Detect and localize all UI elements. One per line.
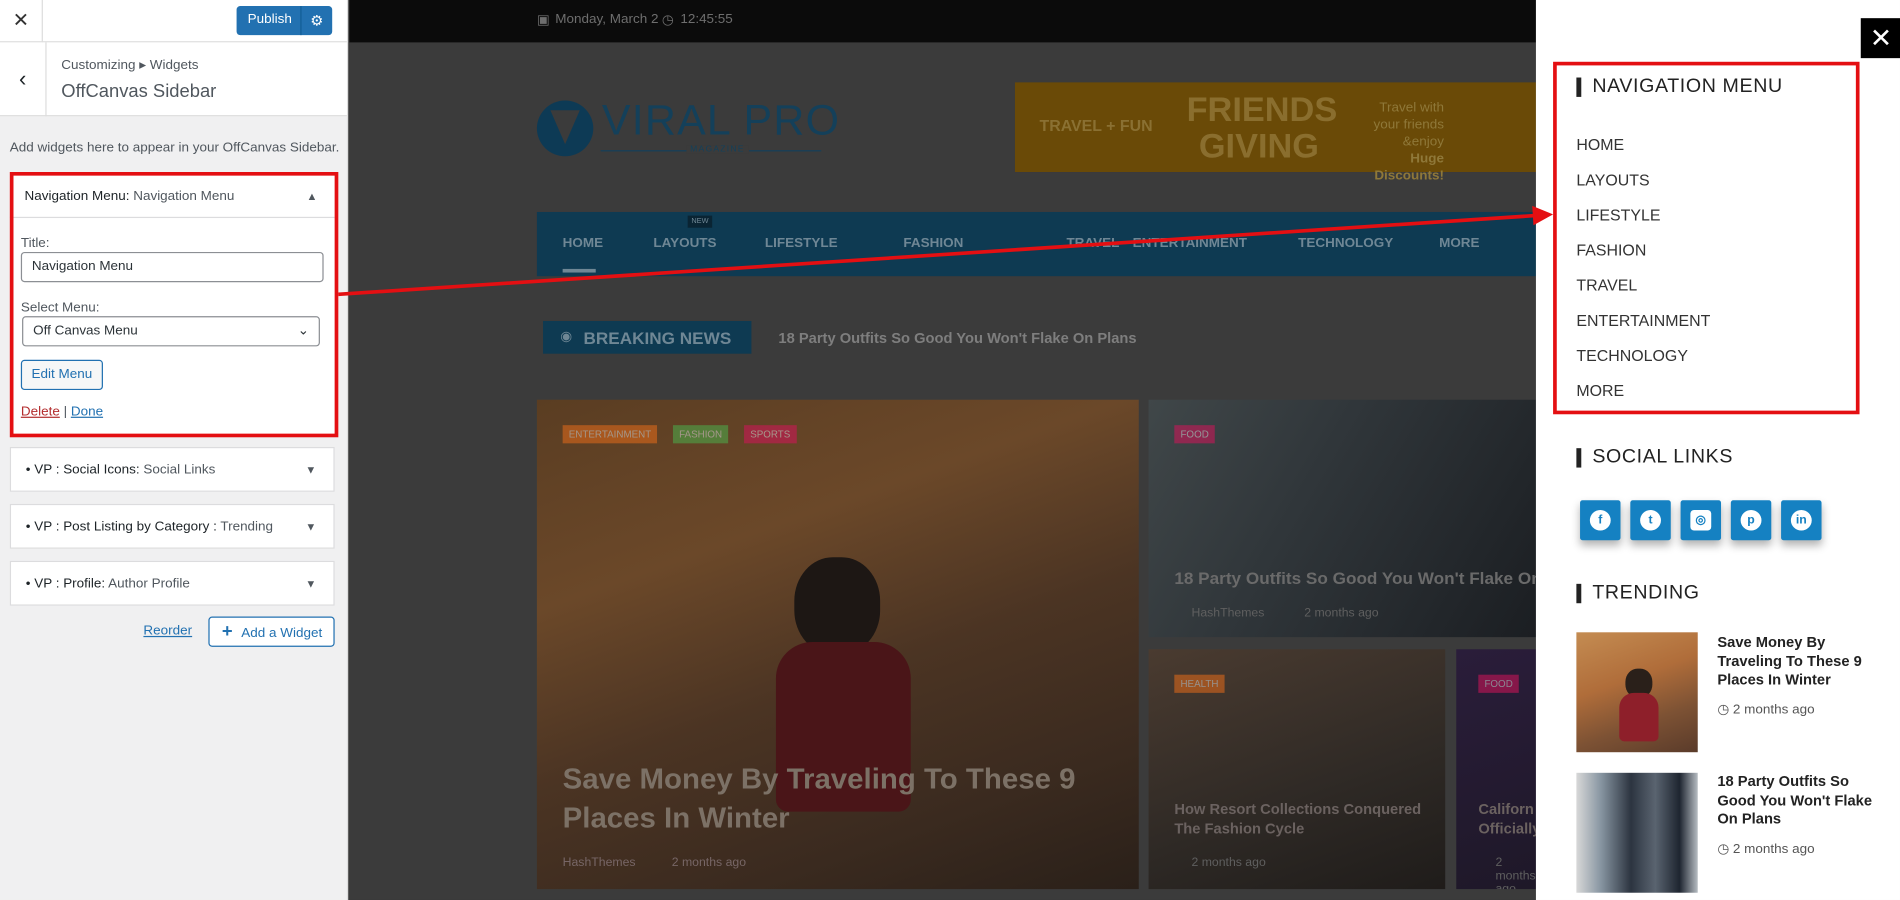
- annotation-arrow: [338, 205, 1554, 297]
- arrow-line: [338, 213, 1535, 297]
- arrow-head: [1532, 205, 1554, 226]
- screen: ✕ Publish ⚙ ‹ Customizing ▸ Widgets OffC…: [0, 0, 1900, 900]
